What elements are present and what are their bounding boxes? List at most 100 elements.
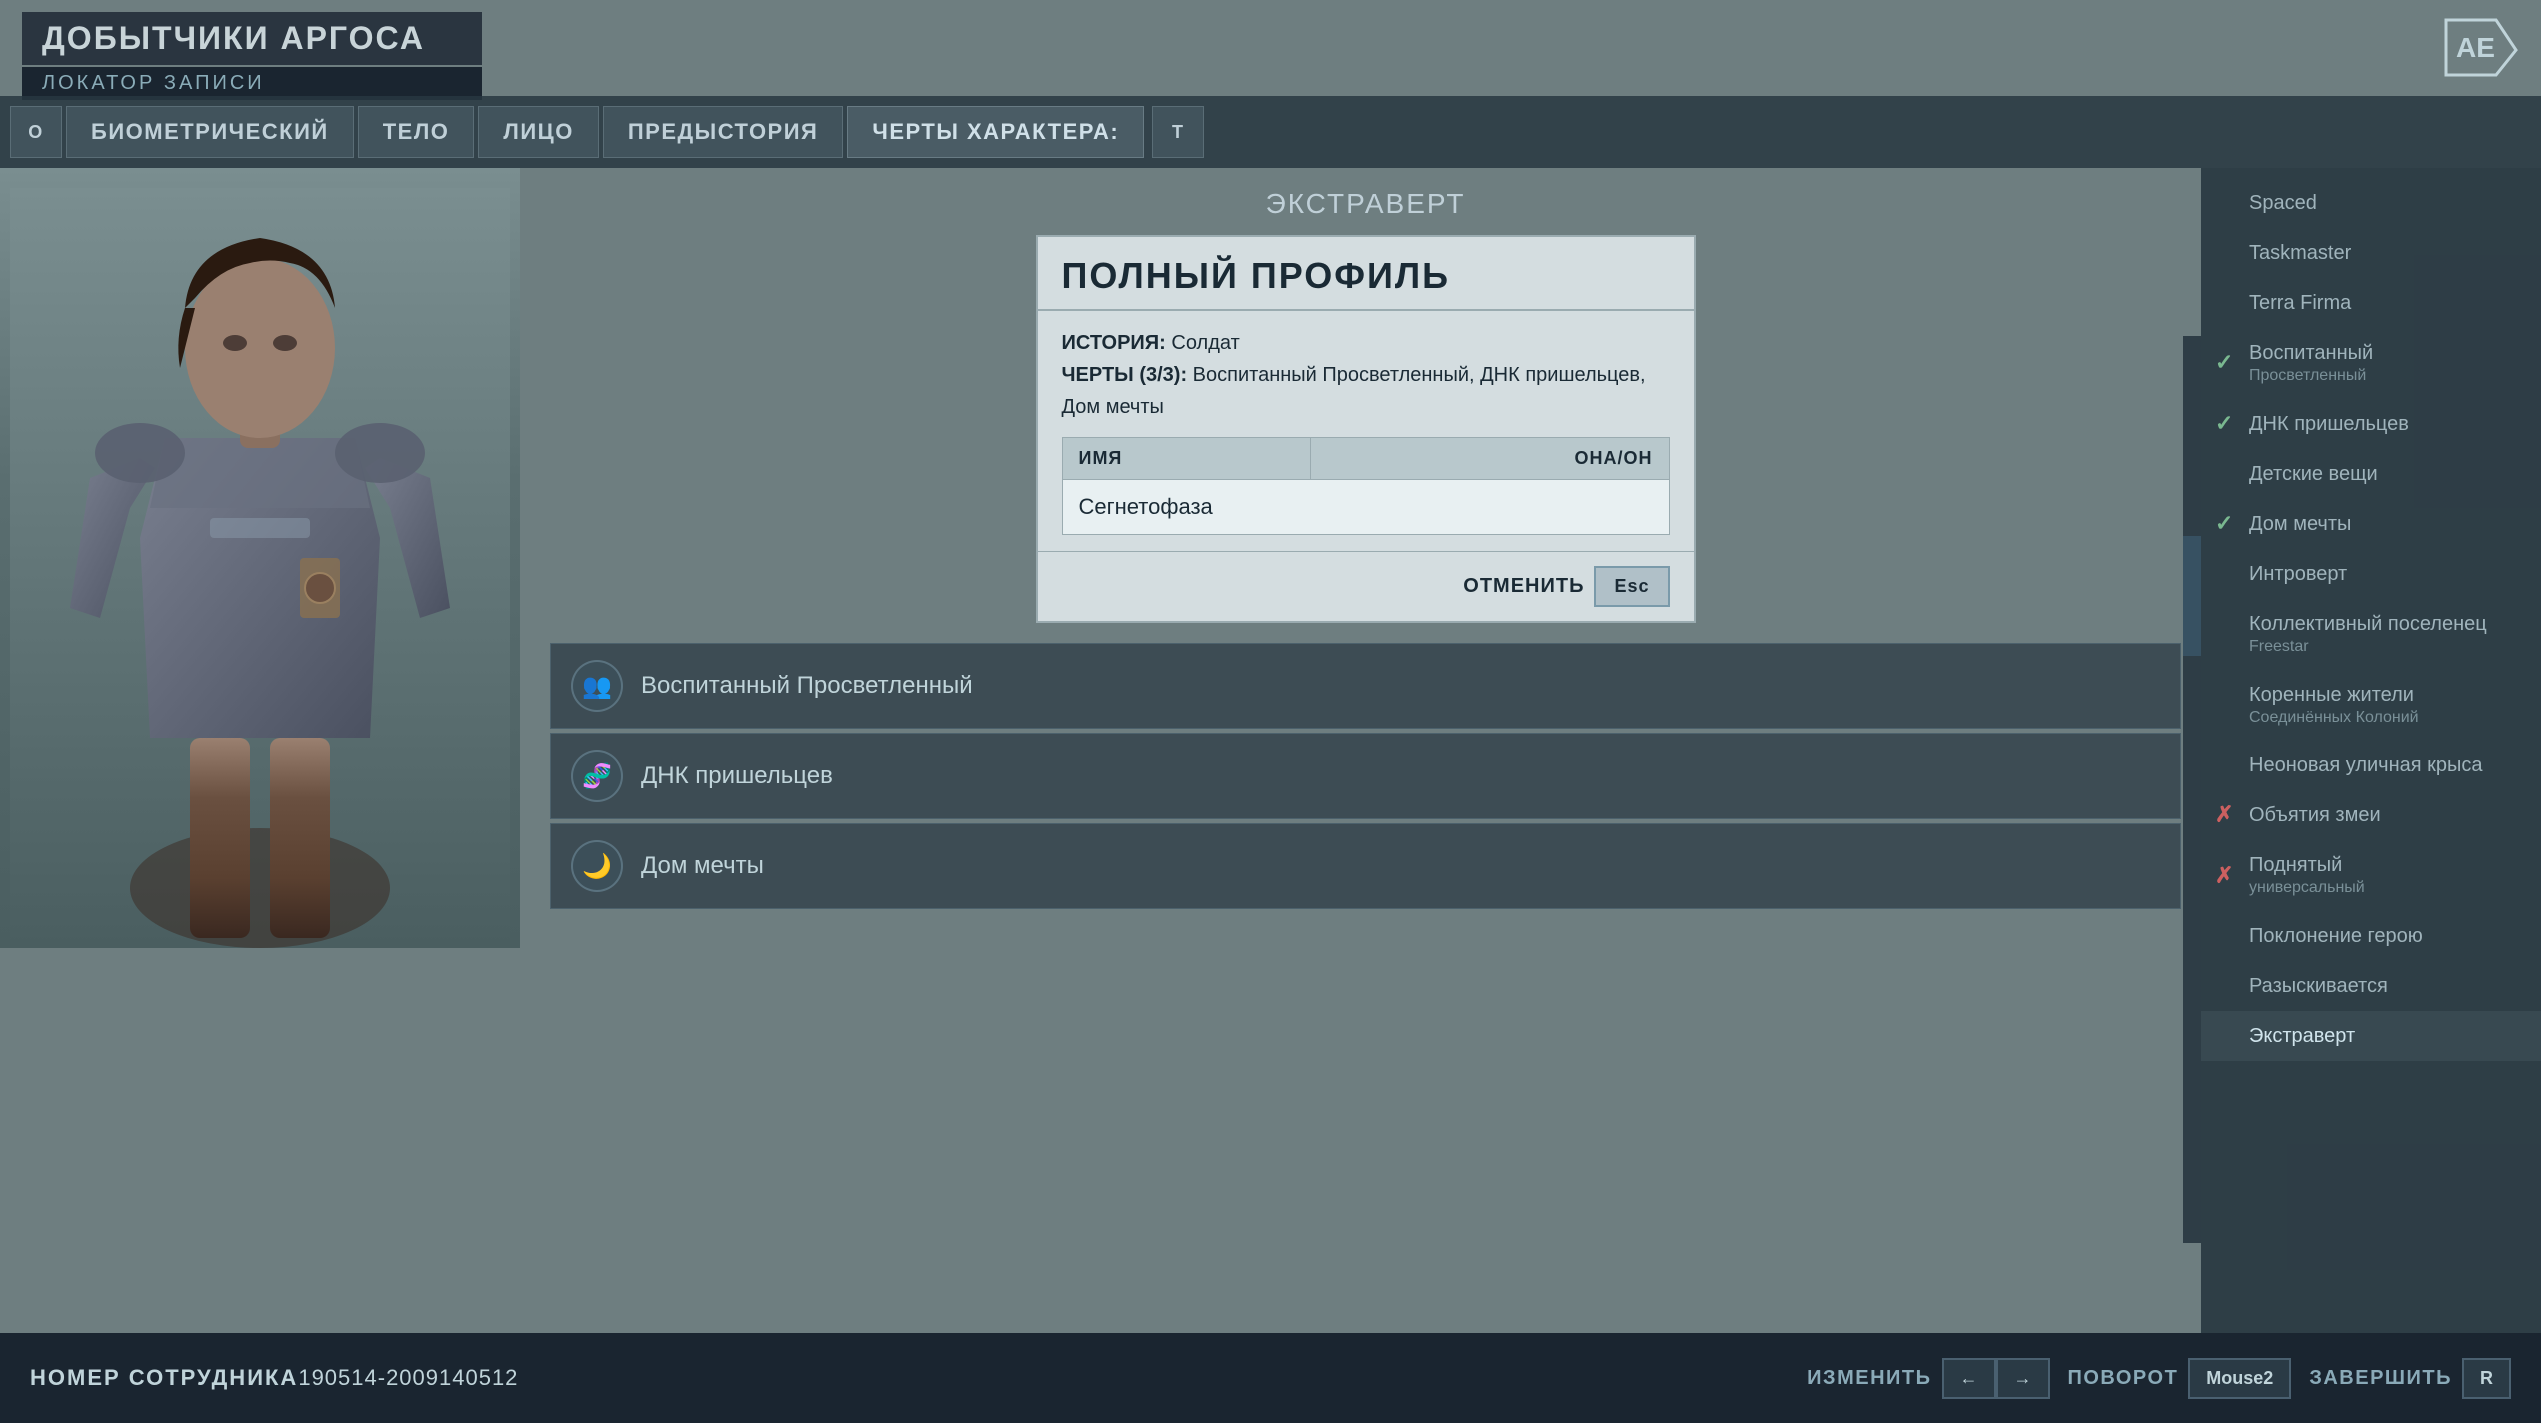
cancel-label: ОТМЕНИТЬ: [1463, 575, 1584, 598]
right-panel-item-label: Объятия змеи: [2249, 802, 2521, 828]
right-panel-item-label: Коллективный поселенец: [2249, 611, 2521, 637]
arrow-buttons: ← →: [1942, 1358, 2050, 1399]
right-panel-item[interactable]: Неоновая уличная крыса: [2201, 740, 2541, 790]
employee-value: 190514-2009140512: [298, 1365, 518, 1390]
trait-icon: 🌙: [571, 840, 623, 892]
right-panel-item-label: Разыскивается: [2249, 973, 2521, 999]
right-arrow-btn[interactable]: →: [1996, 1358, 2050, 1399]
logo: AE: [2441, 15, 2521, 80]
profile-modal: ПОЛНЫЙ ПРОФИЛЬ ИСТОРИЯ: Солдат ЧЕРТЫ (3/…: [1036, 235, 1696, 623]
right-panel-item[interactable]: Интроверт: [2201, 549, 2541, 599]
trait-label: Воспитанный Просветленный: [641, 672, 973, 700]
left-arrow-btn[interactable]: ←: [1942, 1358, 1996, 1399]
history-value: Солдат: [1171, 332, 1239, 354]
right-panel-item[interactable]: Taskmaster: [2201, 228, 2541, 278]
trait-label: ДНК пришельцев: [641, 762, 833, 790]
scroll-thumb: [2183, 536, 2201, 656]
right-panel-item-label: Неоновая уличная крыса: [2249, 752, 2521, 778]
right-panel-item-label: ДНК пришельцев: [2249, 411, 2521, 437]
right-panel-item[interactable]: Коллективный поселенецFreestar: [2201, 599, 2541, 670]
right-panel-item-label: Taskmaster: [2249, 240, 2521, 266]
traits-list: 👥 Воспитанный Просветленный 🧬 ДНК пришел…: [550, 643, 2181, 909]
trait-item[interactable]: 👥 Воспитанный Просветленный: [550, 643, 2181, 729]
center-content: Экстраверт ПОЛНЫЙ ПРОФИЛЬ ИСТОРИЯ: Солда…: [520, 168, 2201, 1333]
right-panel-item-label: Terra Firma: [2249, 290, 2521, 316]
right-panel-item-sub: Соединённых Колоний: [2249, 708, 2521, 729]
finish-control: ЗАВЕРШИТЬ R: [2309, 1358, 2511, 1399]
right-panel-item-label: Поклонение герою: [2249, 923, 2521, 949]
nav-traits-label: ЧЕРТЫ ХАРАКТЕРА:: [847, 106, 1144, 158]
right-panel-item-sub: Просветленный: [2249, 366, 2521, 387]
right-panel-item[interactable]: Коренные жителиСоединённых Колоний: [2201, 670, 2541, 741]
right-panel-item[interactable]: Поклонение герою: [2201, 911, 2541, 961]
nav-btn-background[interactable]: ПРЕДЫСТОРИЯ: [603, 106, 844, 158]
extrovert-label: Экстраверт: [550, 188, 2181, 220]
right-panel-item-label: Экстраверт: [2249, 1023, 2521, 1049]
trait-item[interactable]: 🌙 Дом мечты: [550, 823, 2181, 909]
bottom-controls: ИЗМЕНИТЬ ← → ПОВОРОТ Mouse2 ЗАВЕРШИТЬ R: [1807, 1358, 2511, 1399]
mouse2-btn[interactable]: Mouse2: [2188, 1358, 2291, 1399]
character-silhouette: [10, 188, 510, 948]
nav-btn-biometric[interactable]: БИОМЕТРИЧЕСКИЙ: [66, 106, 354, 158]
character-image: [0, 168, 520, 948]
nav-btn-body[interactable]: ТЕЛО: [358, 106, 475, 158]
character-panel: [0, 168, 520, 1333]
bottom-bar: НОМЕР СОТРУДНИКА190514-2009140512 ИЗМЕНИ…: [0, 1333, 2541, 1423]
profile-modal-title: ПОЛНЫЙ ПРОФИЛЬ: [1038, 237, 1694, 311]
profile-table: ИМЯ ОНА/ОН Сегнетофаза: [1062, 437, 1670, 535]
right-panel-item[interactable]: Объятия змеи: [2201, 790, 2541, 840]
right-panel-item-sub: Freestar: [2249, 637, 2521, 658]
main-area: Экстраверт ПОЛНЫЙ ПРОФИЛЬ ИСТОРИЯ: Солда…: [0, 168, 2541, 1333]
right-panel-item-label: Коренные жители: [2249, 682, 2521, 708]
right-panel: Spaced Taskmaster Terra Firma ВоспитанныйПр…: [2201, 168, 2541, 1333]
right-panel-item-label: Воспитанный: [2249, 340, 2521, 366]
col-name-header: ИМЯ: [1062, 438, 1310, 480]
right-panel-item[interactable]: Разыскивается: [2201, 961, 2541, 1011]
rotation-control: ПОВОРОТ Mouse2: [2068, 1358, 2292, 1399]
game-title: ДОБЫТЧИКИ АРГОСА: [22, 12, 482, 65]
right-panel-item[interactable]: Дом мечты: [2201, 499, 2541, 549]
top-bar: ДОБЫТЧИКИ АРГОСА ЛОКАТОР ЗАПИСИ AE: [0, 0, 2541, 100]
right-panel-item[interactable]: Детские вещи: [2201, 449, 2541, 499]
right-panel-item-label: Детские вещи: [2249, 461, 2521, 487]
table-row: Сегнетофаза: [1062, 480, 1669, 535]
profile-modal-footer: ОТМЕНИТЬ Esc: [1038, 551, 1694, 621]
profile-history: ИСТОРИЯ: Солдат ЧЕРТЫ (3/3): Воспитанный…: [1062, 327, 1670, 423]
right-panel-item[interactable]: Экстраверт: [2201, 1011, 2541, 1061]
trait-label: Дом мечты: [641, 852, 764, 880]
right-panel-item[interactable]: ДНК пришельцев: [2201, 399, 2541, 449]
change-label: ИЗМЕНИТЬ: [1807, 1367, 1931, 1390]
trait-icon: 👥: [571, 660, 623, 712]
scroll-bar[interactable]: [2183, 336, 2201, 1243]
trait-item[interactable]: 🧬 ДНК пришельцев: [550, 733, 2181, 819]
employee-number: НОМЕР СОТРУДНИКА190514-2009140512: [30, 1365, 518, 1391]
r-btn[interactable]: R: [2462, 1358, 2511, 1399]
right-panel-item[interactable]: ВоспитанныйПросветленный: [2201, 328, 2541, 399]
profile-modal-body: ИСТОРИЯ: Солдат ЧЕРТЫ (3/3): Воспитанный…: [1038, 311, 1694, 551]
nav-btn-face[interactable]: ЛИЦО: [478, 106, 598, 158]
esc-button[interactable]: Esc: [1594, 566, 1669, 607]
logo-icon: AE: [2441, 15, 2521, 80]
right-panel-item-label: Дом мечты: [2249, 511, 2521, 537]
title-section: ДОБЫТЧИКИ АРГОСА ЛОКАТОР ЗАПИСИ: [22, 12, 482, 100]
history-label: ИСТОРИЯ:: [1062, 332, 1166, 354]
right-panel-item[interactable]: Поднятыйуниверсальный: [2201, 840, 2541, 911]
nav-btn-t[interactable]: T: [1152, 106, 1204, 158]
right-panel-item-label: Интроверт: [2249, 561, 2521, 587]
right-panel-item-label: Spaced: [2249, 190, 2521, 216]
traits-label: ЧЕРТЫ (3/3):: [1062, 364, 1188, 386]
nav-bar: O БИОМЕТРИЧЕСКИЙ ТЕЛО ЛИЦО ПРЕДЫСТОРИЯ Ч…: [0, 96, 2541, 168]
nav-btn-o[interactable]: O: [10, 106, 62, 158]
rotation-label: ПОВОРОТ: [2068, 1367, 2179, 1390]
svg-text:AE: AE: [2456, 32, 2495, 63]
col-pronoun-header: ОНА/ОН: [1310, 438, 1669, 480]
trait-icon: 🧬: [571, 750, 623, 802]
finish-label: ЗАВЕРШИТЬ: [2309, 1367, 2452, 1390]
right-panel-item-label: Поднятый: [2249, 852, 2521, 878]
name-cell: Сегнетофаза: [1062, 480, 1669, 535]
right-panel-item[interactable]: Spaced: [2201, 178, 2541, 228]
change-control: ИЗМЕНИТЬ ← →: [1807, 1358, 2049, 1399]
right-panel-item-sub: универсальный: [2249, 878, 2521, 899]
right-panel-item[interactable]: Terra Firma: [2201, 278, 2541, 328]
employee-label: НОМЕР СОТРУДНИКА: [30, 1365, 298, 1390]
